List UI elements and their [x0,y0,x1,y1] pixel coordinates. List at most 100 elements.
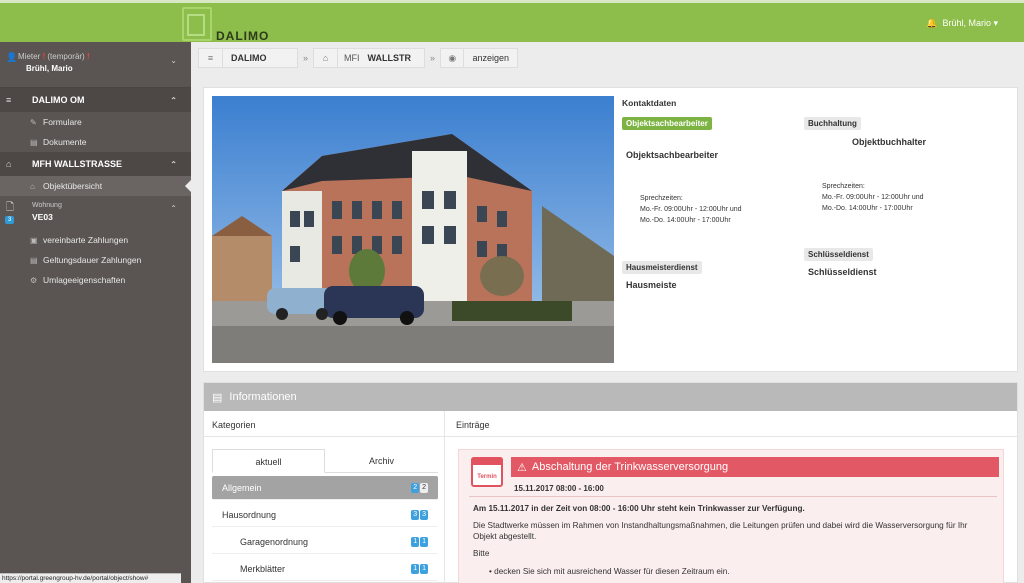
bell-icon: 🔔 [926,18,938,28]
objektsachbearbeiter-hours-1: Sprechzeiten: [640,195,683,202]
buchhaltung-hours-3: Mo.-Do. 14:00Uhr - 17:00Uhr [822,205,913,212]
count-badge: 1 [420,564,428,574]
category-item-garagenordnung[interactable]: Garagenordnung 11 [212,530,438,554]
calendar-icon-label: Termin [477,474,497,480]
sidebar-user[interactable]: 👤 Mieter ! (temporär) ! Brühl, Mario ⌄ [0,42,191,88]
count-badge: 3 [411,510,420,520]
status-url: https://portal.greengroup-hv.de/portal/o… [0,573,181,583]
tab-aktuell[interactable]: aktuell [212,449,325,473]
hausmeister-tag: Hausmeisterdienst [622,261,702,274]
objektsachbearbeiter-tag: Objektsachbearbeiter [622,117,712,130]
information-title: Informationen [229,391,297,403]
property-panel: Kontaktdaten Objektsachbearbeiter Objekt… [203,87,1018,372]
count-badge: 2 [420,483,428,493]
count-badge: 2 [411,483,420,493]
eye-icon: ◉ [441,49,465,67]
logo-text: DALIMO [216,29,270,43]
wohnung-label: Wohnung [32,202,62,209]
chevron-up-icon: ⌃ [170,159,177,169]
user-role: Mieter [18,52,41,61]
sidebar-section-mfh[interactable]: ⌂ MFH WALLSTRASSE ⌃ [0,152,191,176]
hausmeister-name: Hausmeiste [626,280,677,290]
category-label: Allgemein [222,482,262,493]
count-badge: 1 [420,537,428,547]
schluesseldienst-name: Schlüsseldienst [808,267,877,277]
wrench-icon: ✎ [30,117,37,127]
sidebar-item-label: Geltungsdauer Zahlungen [43,255,142,265]
document-icon: ▤ [30,137,38,147]
contacts-title: Kontaktdaten [622,98,677,108]
entry-card[interactable]: Termin ⚠ Abschaltung der Trinkwasservers… [458,449,1004,583]
sidebar-item-label: vereinbarte Zahlungen [43,235,129,245]
top-bar: DALIMO 🔔 Brühl, Mario ▾ [0,0,1024,43]
sidebar-item-label: Dokumente [43,137,87,147]
category-label: Garagenordnung [240,536,309,547]
breadcrumb-anzeigen[interactable]: ◉ anzeigen [440,48,519,68]
sidebar-item-label: Objektübersicht [43,181,103,191]
dalimo-logo[interactable]: DALIMO [182,7,272,43]
warning-icon: ⚠ [517,461,527,474]
wohnung-name: VE03 [32,212,53,222]
column-divider [444,411,445,583]
breadcrumb-label: anzeigen [472,53,510,63]
buchhaltung-tag: Buchhaltung [804,117,861,130]
information-header: ▤ Informationen [204,383,1017,411]
count-badge: 3 [420,510,428,520]
eintraege-header: Einträge [456,420,490,430]
category-item-hausordnung[interactable]: Hausordnung 33 [212,503,438,527]
breadcrumb: ≡ DALIMO » ⌂ MFI WALLSTR » ◉ anzeigen [198,47,519,69]
breadcrumb-dalimo[interactable]: ≡ DALIMO [198,48,298,68]
sidebar-item-label: Formulare [43,117,82,127]
user-icon: 👤 [6,52,18,62]
sidebar-item-geltungsdauer[interactable]: ▤ Geltungsdauer Zahlungen [0,250,191,270]
objektsachbearbeiter-name: Objektsachbearbeiter [626,150,719,160]
sidebar-item-formulare[interactable]: ✎ Formulare [0,112,191,132]
sidebar-item-zahlungen[interactable]: ▣ vereinbarte Zahlungen [0,230,191,250]
breadcrumb-label: DALIMO [231,53,267,63]
information-panel: ▤ Informationen Kategorien Einträge aktu… [203,382,1018,583]
breadcrumb-separator: » [430,53,436,63]
sidebar-item-objektuebersicht[interactable]: ⌂ Objektübersicht [0,176,192,196]
database-icon: ≡ [199,49,223,67]
chevron-down-icon: ⌄ [170,56,177,65]
section-label: DALIMO OM [32,95,85,105]
document-icon: ▤ [212,391,223,404]
tab-archiv[interactable]: Archiv [325,449,438,473]
home-icon: ⌂ [30,181,35,191]
schluesseldienst-tag: Schlüsseldienst [804,248,873,261]
money-icon: ▣ [30,235,38,245]
count-badge: 1 [411,564,420,574]
breadcrumb-wallstr[interactable]: ⌂ MFI WALLSTR [313,48,426,68]
sidebar-item-dokumente[interactable]: ▤ Dokumente [0,132,191,152]
kategorien-header: Kategorien [212,420,256,430]
buchhaltung-hours-2: Mo.-Fr. 09:00Uhr - 12:00Uhr und [822,194,924,201]
sidebar: 👤 Mieter ! (temporär) ! Brühl, Mario ⌄ ≡… [0,42,192,583]
entry-paragraph-1: Am 15.11.2017 in der Zeit von 08:00 - 16… [473,504,805,513]
entry-date: 15.11.2017 08:00 - 16:00 [514,484,604,493]
category-label: Hausordnung [222,509,277,520]
entry-paragraph-2: Die Stadtwerke müssen im Rahmen von Inst… [473,521,968,541]
contact-section: Kontaktdaten Objektsachbearbeiter Objekt… [622,98,1012,358]
category-item-merkblaetter[interactable]: Merkblätter 11 [212,557,438,581]
breadcrumb-label: WALLSTR [367,53,412,63]
home-icon: ⌂ [6,159,12,169]
user-menu-button[interactable]: 🔔 Brühl, Mario ▾ [926,18,998,29]
property-photo [212,96,614,363]
sidebar-item-umlage[interactable]: ⚙ Umlageeigenschaften [0,270,191,290]
temporary-label: (temporär) [47,52,85,61]
count-badge: 1 [411,537,420,547]
entry-title: Abschaltung der Trinkwasserversorgung [531,461,729,473]
sidebar-section-wohnung[interactable]: 🗋 3 Wohnung VE03 ⌃ [0,196,191,230]
chevron-up-icon: ⌃ [170,204,177,213]
category-item-allgemein[interactable]: Allgemein 22 [212,476,438,500]
entry-divider [469,496,997,497]
section-label: MFH WALLSTRASSE [32,159,122,169]
database-icon: ≡ [6,95,12,105]
sidebar-section-dalimo-om[interactable]: ≡ DALIMO OM ⌃ [0,88,191,112]
objektsachbearbeiter-hours-2: Mo.-Fr. 09:00Uhr - 12:00Uhr und [640,206,742,213]
sidebar-item-label: Umlageeigenschaften [43,275,126,285]
file-icon: 🗋 [6,202,15,213]
objektsachbearbeiter-hours-3: Mo.-Do. 14:00Uhr - 17:00Uhr [640,217,731,224]
buchhaltung-hours-1: Sprechzeiten: [822,183,865,190]
home-icon: ⌂ [314,49,339,67]
